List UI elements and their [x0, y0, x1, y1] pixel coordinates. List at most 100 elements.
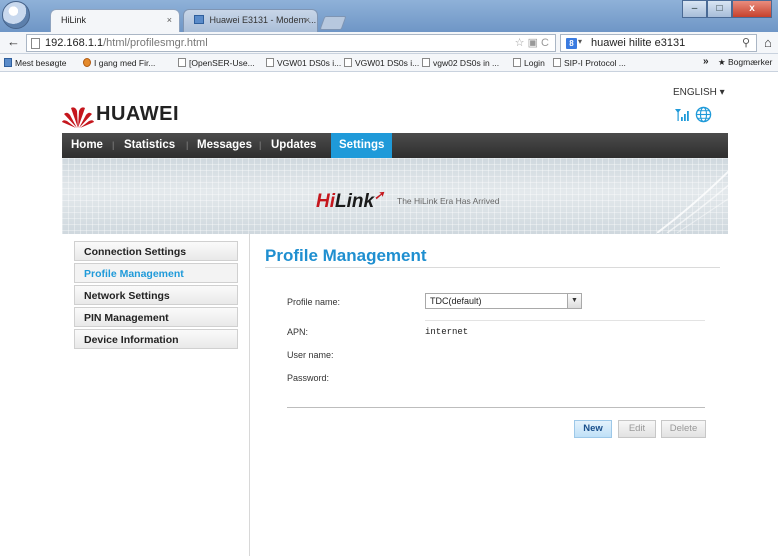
globe-icon — [695, 106, 712, 123]
nav-statistics[interactable]: Statistics — [124, 133, 175, 158]
bookmarks-menu-label: Bogmærker — [727, 57, 773, 67]
title-divider — [265, 267, 720, 268]
form-divider — [287, 407, 705, 408]
nav-messages[interactable]: Messages — [197, 133, 252, 158]
navigation-toolbar: ← 192.168.1.1/html/profilesmgr.html ☆ ▣ … — [0, 32, 778, 54]
settings-sidebar: Connection Settings Profile Management N… — [74, 241, 238, 351]
banner-pattern — [62, 158, 728, 234]
url-host: 192.168.1.1 — [45, 37, 104, 49]
hilink-banner: HiLink➚ The HiLink Era Has Arrived — [62, 158, 728, 234]
maximize-button[interactable]: □ — [707, 0, 732, 18]
profile-name-value: TDC(default) — [430, 296, 482, 306]
nav-settings[interactable]: Settings — [331, 133, 393, 158]
bookmark-item[interactable]: I gang med Fir... — [83, 58, 155, 68]
minimize-button[interactable]: – — [682, 0, 707, 18]
tab-huawei-e3131[interactable]: Huawei E3131 - Modem ... × — [183, 9, 318, 32]
page-icon — [344, 58, 352, 67]
profile-name-select[interactable]: TDC(default) ▼ — [425, 293, 582, 309]
nav-updates[interactable]: Updates — [271, 133, 316, 158]
apn-value: internet — [425, 327, 469, 337]
close-tab-icon[interactable]: × — [167, 15, 172, 25]
sidebar-item-network-settings[interactable]: Network Settings — [74, 285, 238, 305]
hilink-logo: HiLink➚ — [316, 188, 385, 212]
window-controls: – □ x — [682, 0, 772, 18]
huawei-logo-icon — [62, 107, 94, 128]
rss-icon[interactable]: ▣ — [528, 37, 538, 49]
search-text: huawei hilite e3131 — [591, 37, 686, 49]
search-icon[interactable]: ⚲ — [742, 36, 750, 49]
brand-name: HUAWEI — [96, 103, 179, 125]
bookmark-label: VGW01 DS0s i... — [355, 58, 420, 68]
bookmark-label: Login — [524, 58, 545, 68]
nav-home[interactable]: Home — [71, 133, 103, 158]
tab-label: HiLink — [61, 15, 87, 25]
page-icon — [178, 58, 186, 67]
bookmark-label: Mest besøgte — [15, 58, 67, 68]
delete-profile-button[interactable]: Delete — [661, 420, 706, 438]
sidebar-item-pin-management[interactable]: PIN Management — [74, 307, 238, 327]
search-engine-icon[interactable]: 8 — [566, 38, 577, 49]
bookmark-item[interactable]: Mest besøgte — [4, 58, 67, 68]
bookmark-label: VGW01 DS0s i... — [277, 58, 342, 68]
bookmark-item[interactable]: VGW01 DS0s i... — [344, 58, 419, 68]
main-nav: Home | Statistics | Messages | Updates S… — [62, 133, 728, 158]
tab-label: Huawei E3131 - Modem ... — [209, 15, 317, 25]
password-label: Password: — [287, 373, 330, 383]
bookmark-label: SIP-I Protocol ... — [564, 58, 626, 68]
bookmark-item[interactable]: VGW01 DS0s i... — [266, 58, 341, 68]
browser-titlebar: HiLink × Huawei E3131 - Modem ... × – □ … — [0, 0, 778, 32]
url-actions: ☆ ▣ C — [515, 36, 549, 49]
page-icon — [31, 38, 40, 49]
bookmark-item[interactable]: [OpenSER-Use... — [178, 58, 255, 68]
close-window-button[interactable]: x — [732, 0, 772, 18]
close-tab-icon[interactable]: × — [305, 15, 310, 25]
sidebar-item-connection-settings[interactable]: Connection Settings — [74, 241, 238, 261]
bookmark-item[interactable]: Login — [513, 58, 545, 68]
url-path: /html/profilesmgr.html — [103, 37, 208, 49]
sidebar-item-profile-management[interactable]: Profile Management — [74, 263, 238, 283]
bookmarks-menu[interactable]: ★ Bogmærker — [718, 57, 772, 68]
url-bar[interactable]: 192.168.1.1/html/profilesmgr.html ☆ ▣ C — [26, 34, 556, 52]
new-tab-button[interactable] — [319, 16, 347, 30]
page-icon — [266, 58, 274, 67]
profile-name-label: Profile name: — [287, 297, 341, 307]
sidebar-item-device-information[interactable]: Device Information — [74, 329, 238, 349]
nav-separator: | — [186, 140, 189, 150]
search-input[interactable]: 8 ▾ huawei hilite e3131 ⚲ — [560, 34, 757, 52]
firefox-icon — [83, 58, 91, 67]
bookmark-item[interactable]: vgw02 DS0s in ... — [422, 58, 499, 68]
content-divider — [249, 234, 250, 556]
bookmarks-overflow-button[interactable]: » — [703, 56, 709, 67]
language-select[interactable]: ENGLISH ▾ — [673, 87, 725, 98]
page-icon — [553, 58, 561, 67]
new-profile-button[interactable]: New — [574, 420, 612, 438]
banner-swoosh-graphic — [657, 170, 728, 233]
tab-hilink[interactable]: HiLink × — [50, 9, 180, 32]
chevron-down-icon[interactable]: ▾ — [578, 37, 582, 46]
page-title: Profile Management — [265, 246, 427, 265]
back-arrow-icon[interactable]: ← — [7, 34, 20, 49]
bookmark-label: vgw02 DS0s in ... — [433, 58, 500, 68]
nav-separator: | — [259, 140, 262, 150]
tab-favicon — [194, 15, 204, 24]
star-icon: ★ — [718, 57, 728, 67]
signal-strength-icon — [675, 109, 689, 121]
bookmarks-toolbar: Mest besøgte I gang med Fir... [OpenSER-… — [0, 54, 778, 72]
hilink-page: HUAWEI ENGLISH ▾ Home | Statistics | Mes… — [0, 73, 778, 556]
home-icon[interactable]: ⌂ — [764, 35, 772, 50]
row-divider — [425, 320, 705, 321]
page-icon — [422, 58, 430, 67]
bookmark-label: [OpenSER-Use... — [189, 58, 255, 68]
banner-tagline: The HiLink Era Has Arrived — [397, 196, 500, 206]
bookmark-item[interactable]: SIP-I Protocol ... — [553, 58, 626, 68]
nav-separator: | — [112, 140, 115, 150]
apn-label: APN: — [287, 327, 309, 337]
bookmark-label: I gang med Fir... — [94, 58, 156, 68]
browser-logo-icon[interactable] — [2, 1, 30, 29]
bookmark-folder-icon — [4, 58, 12, 67]
chevron-down-icon[interactable]: ▼ — [567, 294, 581, 308]
reload-icon[interactable]: C — [541, 37, 549, 49]
page-icon — [513, 58, 521, 67]
bookmark-star-icon[interactable]: ☆ — [515, 37, 525, 49]
edit-profile-button[interactable]: Edit — [618, 420, 656, 438]
